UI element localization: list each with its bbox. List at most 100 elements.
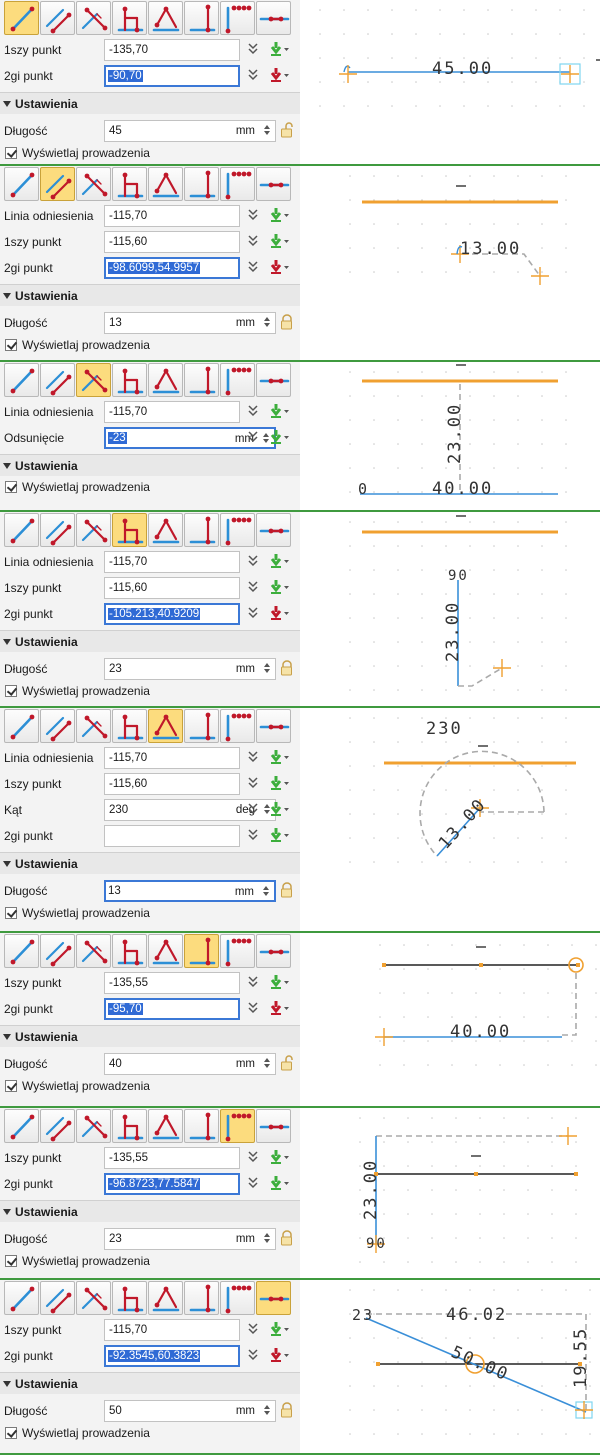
perpendicular-line-tool-button[interactable] <box>112 1109 147 1143</box>
show-guides-checkbox[interactable]: Wyświetlaj prowadzenia <box>0 1424 300 1442</box>
checkbox-box[interactable] <box>5 481 17 493</box>
tangent-line-tool-button[interactable] <box>256 513 291 547</box>
value-input[interactable]: -115,70 <box>104 205 240 227</box>
double-chevron-down-icon[interactable] <box>247 1001 259 1015</box>
checkbox-box[interactable] <box>5 339 17 351</box>
snap-point-icon[interactable] <box>268 1175 290 1191</box>
double-chevron-down-icon[interactable] <box>247 802 259 816</box>
show-guides-checkbox[interactable]: Wyświetlaj prowadzenia <box>0 682 300 700</box>
corner-line-tool-button[interactable] <box>220 1109 255 1143</box>
spin-buttons[interactable] <box>262 123 272 139</box>
value-input[interactable]: -135,70 <box>104 39 240 61</box>
value-input[interactable]: 23 mm <box>104 658 276 680</box>
drawing-canvas[interactable]: 45.00 <box>300 0 600 164</box>
corner-line-tool-button[interactable] <box>220 709 255 743</box>
double-chevron-down-icon[interactable] <box>247 68 259 82</box>
value-input[interactable]: -95,70 <box>104 998 240 1020</box>
double-chevron-down-icon[interactable] <box>247 554 259 568</box>
vertical-line-tool-button[interactable] <box>184 513 219 547</box>
show-guides-checkbox[interactable]: Wyświetlaj prowadzenia <box>0 144 300 162</box>
parallel-line-tool-button[interactable] <box>40 1 75 35</box>
value-input[interactable]: 50 mm <box>104 1400 276 1422</box>
offset-line-tool-button[interactable] <box>76 709 111 743</box>
checkbox-box[interactable] <box>5 1080 17 1092</box>
double-chevron-down-icon[interactable] <box>247 42 259 56</box>
double-chevron-down-icon[interactable] <box>247 580 259 594</box>
lock-icon[interactable] <box>280 1055 294 1071</box>
snap-point-icon[interactable] <box>268 207 290 223</box>
corner-line-tool-button[interactable] <box>220 1 255 35</box>
checkbox-box[interactable] <box>5 1427 17 1439</box>
spin-buttons[interactable] <box>262 315 272 331</box>
double-chevron-down-icon[interactable] <box>247 208 259 222</box>
drawing-canvas[interactable]: 90 23.00 <box>300 1108 600 1278</box>
snap-point-icon[interactable] <box>268 67 290 83</box>
double-chevron-down-icon[interactable] <box>247 404 259 418</box>
offset-line-tool-button[interactable] <box>76 934 111 968</box>
parallel-line-tool-button[interactable] <box>40 1109 75 1143</box>
value-input[interactable]: -115,70 <box>104 551 240 573</box>
perpendicular-line-tool-button[interactable] <box>112 167 147 201</box>
vertical-line-tool-button[interactable] <box>184 709 219 743</box>
snap-point-icon[interactable] <box>268 41 290 57</box>
angle-line-tool-button[interactable] <box>148 934 183 968</box>
line-tool-button[interactable] <box>4 1109 39 1143</box>
checkbox-box[interactable] <box>5 147 17 159</box>
checkbox-box[interactable] <box>5 907 17 919</box>
lock-icon[interactable] <box>280 882 294 898</box>
snap-point-icon[interactable] <box>268 827 290 843</box>
vertical-line-tool-button[interactable] <box>184 363 219 397</box>
parallel-line-tool-button[interactable] <box>40 363 75 397</box>
show-guides-checkbox[interactable]: Wyświetlaj prowadzenia <box>0 904 300 922</box>
vertical-line-tool-button[interactable] <box>184 1281 219 1315</box>
drawing-canvas[interactable]: 0 40.00 23.00 <box>300 362 600 510</box>
snap-point-icon[interactable] <box>268 1000 290 1016</box>
double-chevron-down-icon[interactable] <box>247 776 259 790</box>
settings-header[interactable]: Ustawienia <box>0 630 300 652</box>
value-input[interactable]: -115,70 <box>104 1319 240 1341</box>
spin-buttons[interactable] <box>262 1403 272 1419</box>
lock-icon[interactable] <box>280 660 294 676</box>
double-chevron-down-icon[interactable] <box>247 750 259 764</box>
parallel-line-tool-button[interactable] <box>40 513 75 547</box>
perpendicular-line-tool-button[interactable] <box>112 709 147 743</box>
show-guides-checkbox[interactable]: Wyświetlaj prowadzenia <box>0 1077 300 1095</box>
value-input[interactable]: -115,70 <box>104 747 240 769</box>
corner-line-tool-button[interactable] <box>220 934 255 968</box>
double-chevron-down-icon[interactable] <box>247 1348 259 1362</box>
value-input[interactable] <box>104 825 240 847</box>
value-input[interactable]: -115,60 <box>104 577 240 599</box>
snap-point-icon[interactable] <box>268 1149 290 1165</box>
value-input[interactable]: 13 mm <box>104 880 276 902</box>
tangent-line-tool-button[interactable] <box>256 1281 291 1315</box>
settings-header[interactable]: Ustawienia <box>0 1200 300 1222</box>
value-input[interactable]: 40 mm <box>104 1053 276 1075</box>
corner-line-tool-button[interactable] <box>220 167 255 201</box>
double-chevron-down-icon[interactable] <box>247 1176 259 1190</box>
snap-point-icon[interactable] <box>268 233 290 249</box>
snap-point-icon[interactable] <box>268 429 290 445</box>
snap-point-icon[interactable] <box>268 974 290 990</box>
line-tool-button[interactable] <box>4 167 39 201</box>
snap-point-icon[interactable] <box>268 1321 290 1337</box>
tangent-line-tool-button[interactable] <box>256 167 291 201</box>
double-chevron-down-icon[interactable] <box>247 606 259 620</box>
perpendicular-line-tool-button[interactable] <box>112 363 147 397</box>
snap-point-icon[interactable] <box>268 553 290 569</box>
spin-buttons[interactable] <box>262 661 272 677</box>
value-input[interactable]: 45 mm <box>104 120 276 142</box>
perpendicular-line-tool-button[interactable] <box>112 1 147 35</box>
angle-line-tool-button[interactable] <box>148 167 183 201</box>
value-input[interactable]: -98.6099,54.9957 <box>104 257 240 279</box>
snap-point-icon[interactable] <box>268 775 290 791</box>
checkbox-box[interactable] <box>5 685 17 697</box>
snap-point-icon[interactable] <box>268 259 290 275</box>
angle-line-tool-button[interactable] <box>148 513 183 547</box>
value-input[interactable]: -90,70 <box>104 65 240 87</box>
settings-header[interactable]: Ustawienia <box>0 1025 300 1047</box>
settings-header[interactable]: Ustawienia <box>0 92 300 114</box>
spin-buttons[interactable] <box>261 884 271 900</box>
checkbox-box[interactable] <box>5 1255 17 1267</box>
offset-line-tool-button[interactable] <box>76 1 111 35</box>
tangent-line-tool-button[interactable] <box>256 934 291 968</box>
